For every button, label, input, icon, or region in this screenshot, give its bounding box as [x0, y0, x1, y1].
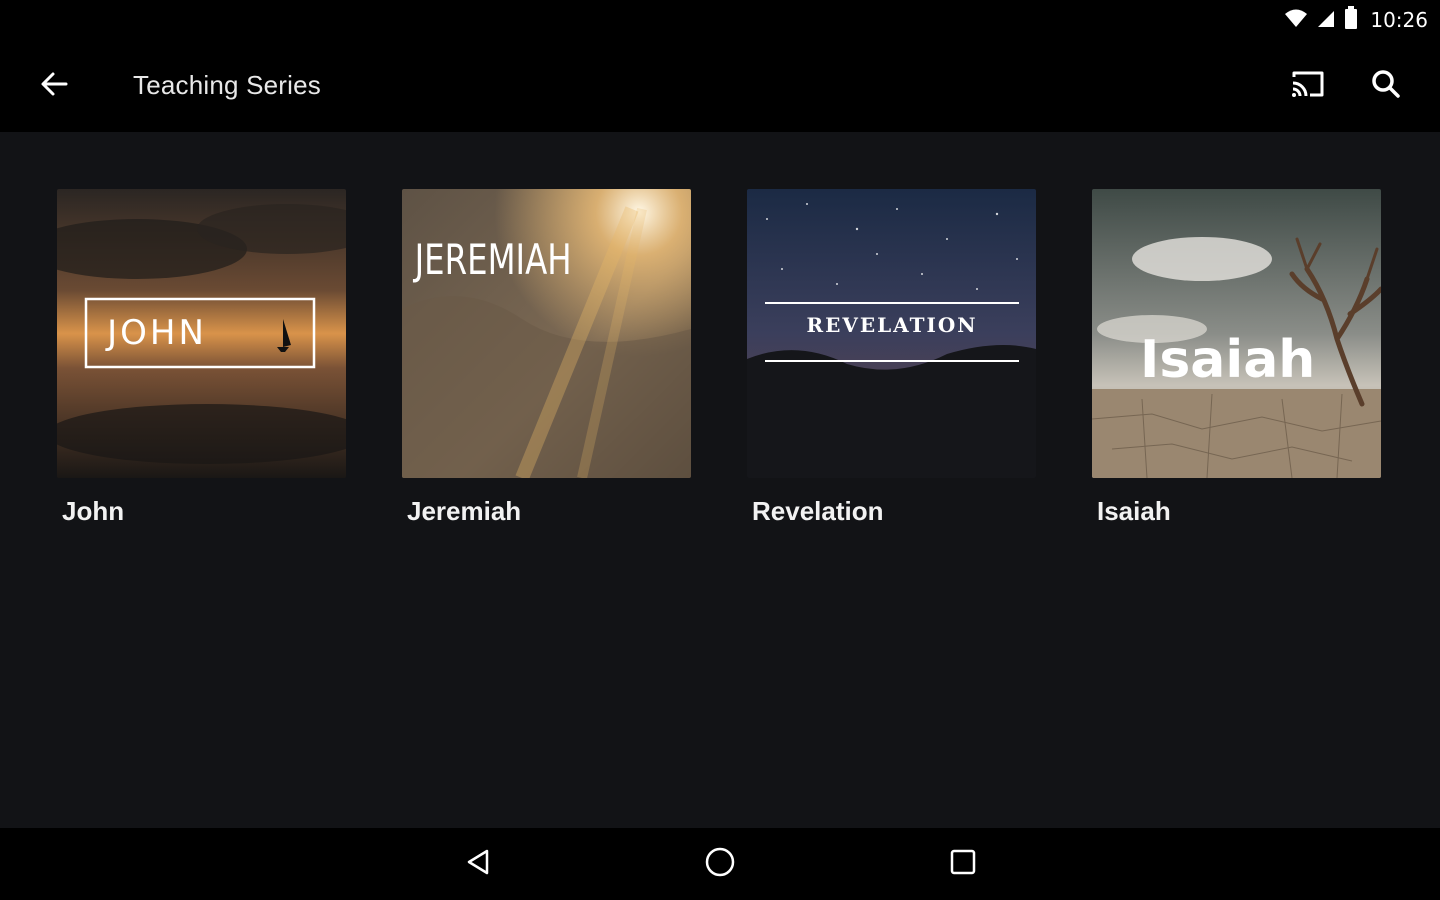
series-label-john: John [62, 496, 125, 526]
series-artwork-john: JOHN [57, 189, 346, 478]
series-grid: JOHN John JEREMIAH Jeremiah REVELATION R… [0, 132, 1440, 828]
series-art-text-jeremiah: JEREMIAH [413, 235, 572, 284]
series-artwork-jeremiah: JEREMIAH [402, 189, 691, 478]
nav-home-button[interactable] [696, 840, 744, 888]
series-card-revelation[interactable]: REVELATION Revelation [747, 189, 1036, 527]
back-triangle-icon [463, 847, 493, 882]
series-label-jeremiah: Jeremiah [407, 496, 522, 526]
wifi-icon [1284, 8, 1308, 33]
series-label-revelation: Revelation [752, 496, 884, 526]
series-art-text-john: JOHN [105, 313, 207, 353]
status-icons: 10:26 [1284, 5, 1428, 35]
status-time: 10:26 [1370, 8, 1428, 32]
series-card-isaiah[interactable]: Isaiah Isaiah [1092, 189, 1381, 527]
series-label-isaiah: Isaiah [1097, 496, 1171, 526]
search-button[interactable] [1362, 62, 1410, 110]
series-art-text-revelation: REVELATION [806, 313, 977, 337]
series-artwork-isaiah: Isaiah [1092, 189, 1381, 478]
series-artwork-revelation: REVELATION [747, 189, 1036, 478]
status-bar: 10:26 [0, 0, 1440, 40]
nav-recents-button[interactable] [939, 840, 987, 888]
cell-signal-icon [1316, 8, 1336, 33]
home-circle-icon [704, 846, 736, 883]
cast-icon [1290, 69, 1326, 104]
nav-back-button[interactable] [454, 840, 502, 888]
search-icon [1371, 69, 1401, 104]
cast-button[interactable] [1284, 62, 1332, 110]
page-title: Teaching Series [133, 70, 321, 100]
back-button[interactable] [30, 62, 78, 110]
system-nav-bar [0, 828, 1440, 900]
series-art-text-isaiah: Isaiah [1140, 330, 1315, 390]
series-card-john[interactable]: JOHN John [57, 189, 346, 527]
recents-square-icon [949, 848, 977, 881]
battery-icon [1344, 5, 1358, 35]
app-bar: Teaching Series [0, 40, 1440, 132]
series-card-jeremiah[interactable]: JEREMIAH Jeremiah [402, 189, 691, 527]
back-arrow-icon [40, 70, 68, 103]
